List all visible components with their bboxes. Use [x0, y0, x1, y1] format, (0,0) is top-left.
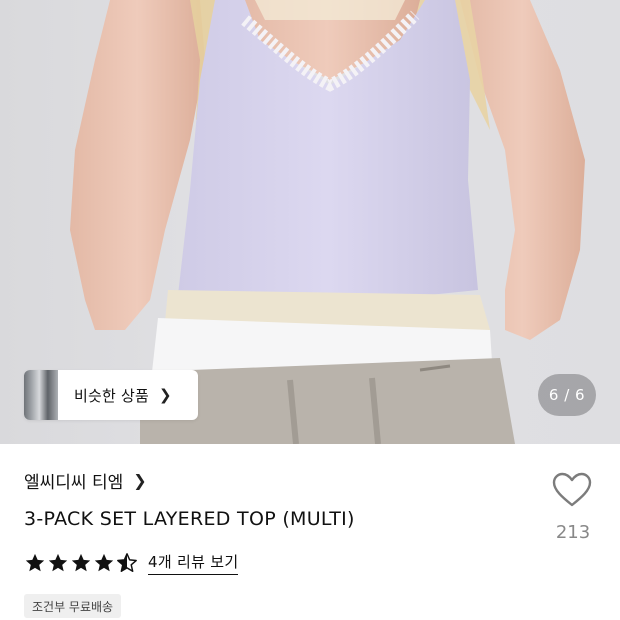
wishlist-button[interactable]: 213 — [552, 472, 594, 543]
product-title: 3-PACK SET LAYERED TOP (MULTI) — [24, 508, 355, 530]
star-half-icon — [117, 553, 137, 572]
heart-outline-icon — [552, 472, 592, 507]
chevron-right-icon: ❯ — [133, 471, 147, 490]
image-page-counter: 6 / 6 — [538, 374, 596, 416]
rating-row: 4개 리뷰 보기 — [24, 551, 239, 575]
similar-products-label: 비슷한 상품 — [74, 386, 149, 405]
chevron-right-icon: ❯ — [158, 386, 172, 404]
similar-product-thumbnail — [24, 370, 58, 420]
wishlist-count: 213 — [555, 522, 591, 543]
star-filled-icon — [48, 553, 68, 572]
star-rating — [24, 552, 138, 574]
product-image-gallery[interactable]: 비슷한 상품 ❯ 6 / 6 — [0, 0, 620, 444]
similar-products-button[interactable]: 비슷한 상품 ❯ — [24, 370, 198, 420]
star-filled-icon — [25, 553, 45, 572]
brand-name: 엘씨디씨 티엠 — [24, 473, 124, 493]
shipping-badge: 조건부 무료배송 — [24, 594, 122, 618]
star-filled-icon — [71, 553, 91, 572]
star-filled-icon — [94, 553, 114, 572]
brand-link[interactable]: 엘씨디씨 티엠 ❯ — [24, 468, 147, 493]
view-reviews-link[interactable]: 4개 리뷰 보기 — [148, 551, 239, 575]
